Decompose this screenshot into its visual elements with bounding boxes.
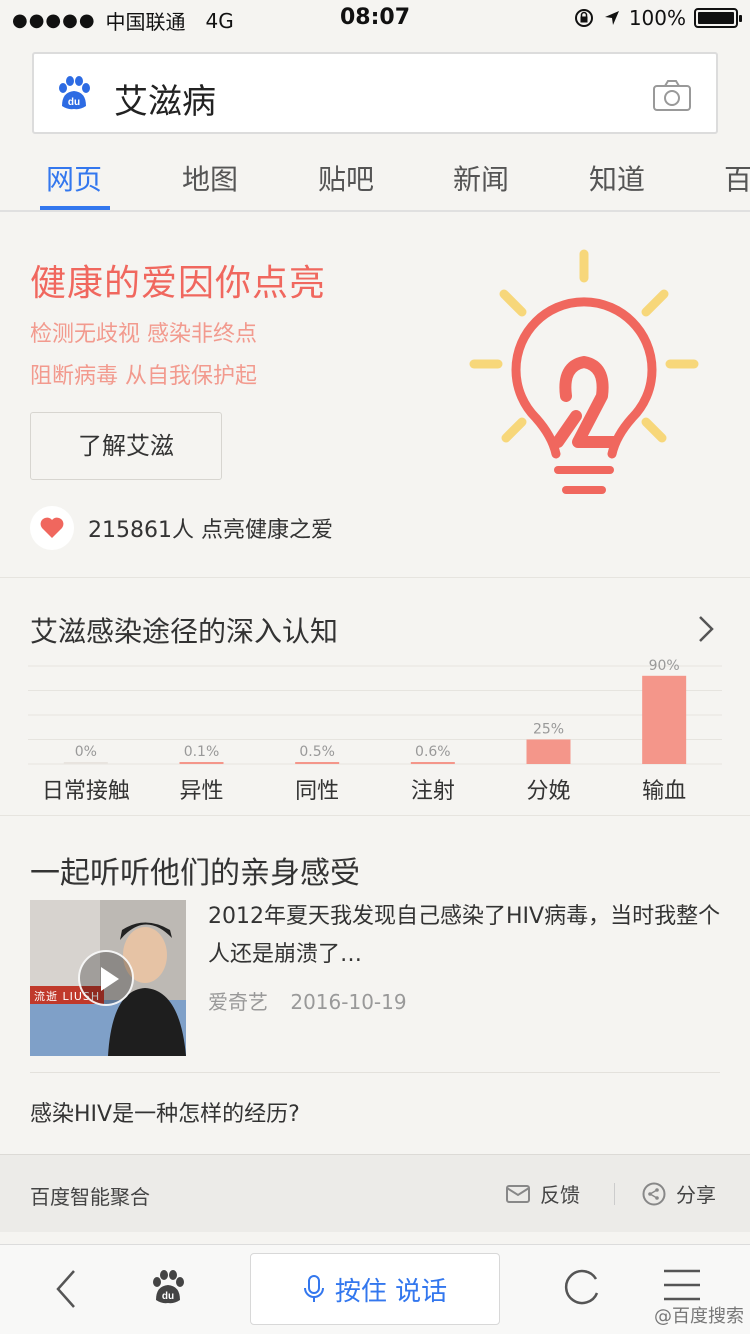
chevron-right-icon[interactable] [696,614,716,644]
share-button[interactable]: 分享 [642,1179,716,1208]
chart-value-label: 0.1% [184,744,220,760]
logo-text: du [68,97,80,108]
chart-value-label: 90% [649,658,680,674]
play-icon[interactable] [78,950,134,1006]
chart-category-label: 日常接触 [42,779,130,804]
like-count-text: 215861人 点亮健康之爱 [88,518,333,543]
infection-routes-card[interactable]: 艾滋感染途径的深入认知 0% 0.1% 0.5% 0.6% 25% 90% 日常接触 异性 同… [0,580,750,816]
chart-category-label: 输血 [642,779,686,804]
video-date: 2016-10-19 [290,990,407,1014]
video-meta: 爱奇艺 2016-10-19 [208,986,407,1015]
chart-category-label: 同性 [295,779,339,804]
video-source: 爱奇艺 [208,990,268,1014]
source-label: 百度智能聚合 [30,1185,150,1209]
home-logo-text: du [162,1291,174,1302]
chart-value-label: 0.5% [299,744,335,760]
camera-icon[interactable] [652,78,692,112]
divider [30,1072,720,1073]
search-box[interactable]: du 艾滋病 [32,52,718,134]
tab-bar: 网页 地图 贴吧 新闻 知道 百 [0,140,750,212]
microphone-icon [303,1275,324,1302]
baidu-home-icon[interactable]: du [148,1267,188,1309]
chart-category-label: 分娩 [526,779,570,804]
hero-card: 健康的爱因你点亮 检测无歧视 感染非终点 阻断病毒 从自我保护起 了解艾滋 21… [0,212,750,578]
hero-subtitle-1: 检测无歧视 感染非终点 [30,322,257,347]
chart-bar [295,762,340,764]
battery-icon [694,8,742,28]
tab-web[interactable]: 网页 [46,158,102,198]
video-thumbnail[interactable]: 流逝 LIUSH [30,900,186,1056]
like-counter[interactable]: 215861人 点亮健康之爱 [30,506,333,550]
chart-value-label: 0.6% [415,744,451,760]
back-arrow-icon[interactable] [52,1267,78,1311]
hero-subtitle-2: 阻断病毒 从自我保护起 [30,364,257,389]
feedback-label: 反馈 [540,1183,580,1207]
weibo-watermark: @百度搜索 [654,1306,744,1327]
related-question-link[interactable]: 感染HIV是一种怎样的经历? [30,1096,300,1128]
footer-separator [614,1183,615,1205]
bottom-toolbar: du 按住 说话 @百度搜索 [0,1244,750,1334]
learn-aids-button[interactable]: 了解艾滋 [30,412,222,480]
search-input[interactable]: 艾滋病 [114,74,216,123]
hero-title: 健康的爱因你点亮 [30,263,327,304]
chart-value-label: 0% [75,744,97,760]
tab-map[interactable]: 地图 [182,158,238,198]
chart-bar [526,739,571,764]
tab-zhidao[interactable]: 知道 [589,158,645,198]
video-description[interactable]: 2012年夏天我发现自己感染了HIV病毒，当时我整个人还是崩溃了… [208,898,723,974]
active-tab-indicator [40,206,110,210]
chart-bar [179,762,224,764]
chart-section-title: 艾滋感染途径的深入认知 [30,615,339,648]
menu-icon[interactable] [662,1267,702,1303]
share-label: 分享 [676,1183,716,1207]
tab-news[interactable]: 新闻 [453,158,509,198]
status-bar: ●●●●● 中国联通 4G 08:07 100% [0,0,750,40]
card-footer: 百度智能聚合 反馈 分享 [0,1154,750,1232]
chart-bar [410,762,455,764]
rotation-lock-icon [574,9,593,27]
tab-tieba[interactable]: 贴吧 [318,158,374,198]
chart-bar [642,675,687,764]
mail-icon [506,1184,530,1203]
video-section: 一起听听他们的亲身感受 流逝 LIUSH 2012年夏天我发现自己感染了HIV病… [0,816,750,1154]
feedback-button[interactable]: 反馈 [506,1179,580,1208]
chart-bar [63,762,108,764]
baidu-paw-logo-icon: du [59,76,90,110]
location-arrow-icon [604,11,619,25]
refresh-icon[interactable] [562,1267,602,1307]
heart-icon[interactable] [30,506,74,550]
share-icon [642,1182,666,1205]
voice-search-button[interactable]: 按住 说话 [250,1253,500,1325]
infection-routes-chart: 0% 0.1% 0.5% 0.6% 25% 90% 日常接触 异性 同性 注射 分娩 输血 [28,658,722,804]
chart-category-label: 异性 [179,779,223,804]
lightbulb-ribbon-icon [469,249,699,494]
chart-category-label: 注射 [411,779,455,804]
battery-percent: 100% [628,6,686,30]
chart-value-label: 25% [533,722,564,738]
video-section-title: 一起听听他们的亲身感受 [30,856,360,891]
tab-more[interactable]: 百 [724,158,750,198]
voice-button-label: 按住 说话 [334,1276,448,1307]
